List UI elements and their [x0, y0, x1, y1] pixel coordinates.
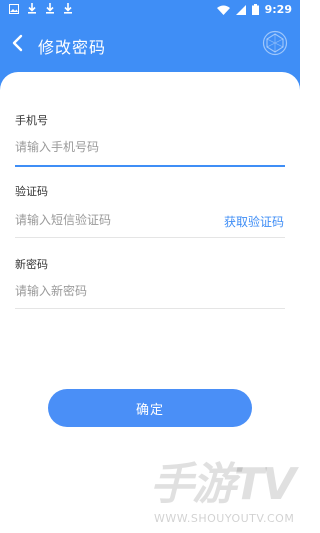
code-input[interactable]	[15, 205, 195, 235]
confirm-button[interactable]: 确定	[48, 389, 252, 427]
phone-label: 手机号	[15, 114, 48, 127]
phone-field: 手机号	[15, 112, 285, 167]
status-time: 9:29	[264, 3, 292, 16]
download-icon	[28, 3, 36, 14]
new-password-field: 新密码	[15, 256, 285, 309]
phone-input[interactable]	[15, 132, 285, 162]
back-button[interactable]	[5, 31, 29, 55]
status-bar: 9:29	[0, 0, 300, 20]
wifi-icon	[216, 5, 230, 15]
logo-icon	[262, 30, 288, 56]
watermark-url: WWW.SHOUYOUTV.COM	[154, 512, 295, 525]
signal-icon	[235, 4, 246, 15]
code-underline	[15, 237, 285, 238]
get-code-button[interactable]: 获取验证码	[224, 213, 284, 230]
download-icon	[46, 3, 54, 14]
title-bar: 修改密码	[0, 22, 300, 66]
new-password-underline	[15, 308, 285, 309]
new-password-input[interactable]	[15, 276, 285, 306]
chevron-left-icon	[12, 34, 23, 52]
page-title: 修改密码	[38, 38, 107, 57]
download-icon	[64, 3, 72, 14]
phone-underline	[15, 165, 285, 167]
watermark-logo-text: 手游TV	[150, 459, 296, 510]
status-left	[9, 3, 73, 14]
watermark: 手游TV WWW.SHOUYOUTV.COM	[150, 448, 300, 533]
image-icon	[9, 3, 19, 14]
code-label: 验证码	[15, 185, 48, 198]
status-right: 9:29	[216, 3, 292, 16]
code-field: 验证码	[15, 183, 285, 238]
new-password-label: 新密码	[15, 258, 48, 271]
battery-icon	[251, 4, 259, 15]
